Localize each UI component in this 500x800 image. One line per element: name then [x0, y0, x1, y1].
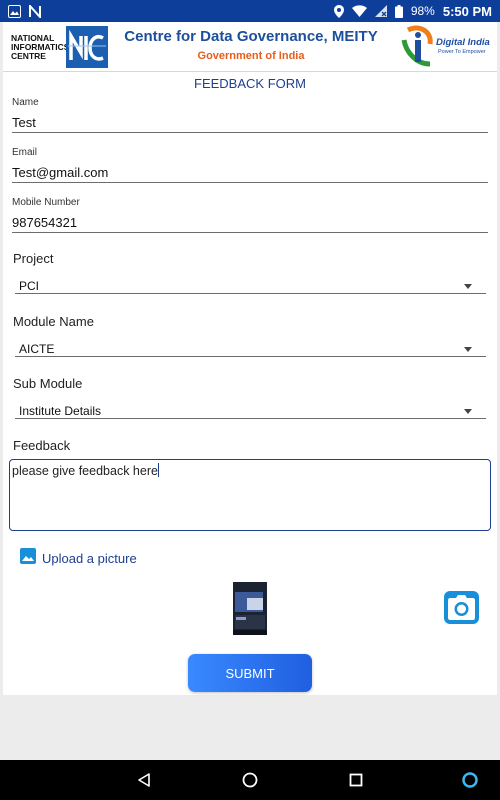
dropdown-arrow-icon: [464, 347, 472, 352]
camera-icon: [448, 595, 475, 620]
mobile-underline: [12, 232, 488, 233]
battery-icon: [394, 4, 403, 18]
digital-india-logo: Digital India Power To Empower: [398, 24, 493, 70]
uploaded-image-thumbnail[interactable]: [233, 582, 267, 635]
location-icon: [333, 4, 344, 18]
submit-button[interactable]: SUBMIT: [188, 654, 312, 692]
dropdown-arrow-icon: [464, 284, 472, 289]
feedback-text: please give feedback here: [12, 464, 158, 478]
name-label: Name: [12, 97, 39, 108]
mobile-input[interactable]: 987654321: [12, 215, 77, 230]
project-label: Project: [13, 251, 54, 266]
back-icon[interactable]: [134, 770, 154, 790]
app-content: NATIONAL INFORMATICS CENTRE Centre for D…: [3, 22, 497, 695]
mobile-label: Mobile Number: [12, 197, 80, 208]
wifi-icon: [351, 5, 367, 17]
form-title: FEEDBACK FORM: [194, 76, 306, 91]
project-selected: PCI: [19, 279, 40, 293]
digital-india-text: Digital India: [436, 37, 490, 48]
feedback-label: Feedback: [13, 438, 71, 453]
battery-percent: 98%: [410, 4, 435, 18]
email-label: Email: [12, 147, 38, 158]
submodule-selected: Institute Details: [19, 404, 102, 418]
upload-label: Upload a picture: [42, 551, 137, 566]
n-badge-icon: [29, 4, 41, 18]
submodule-label: Sub Module: [13, 376, 83, 391]
home-icon[interactable]: [240, 770, 260, 790]
photo-icon: [8, 4, 21, 18]
nic-logo: NATIONAL INFORMATICS CENTRE: [11, 24, 109, 70]
clock: 5:50 PM: [442, 3, 492, 19]
text-cursor: [157, 463, 159, 477]
upload-picture-button[interactable]: Upload a picture: [20, 548, 137, 569]
name-underline: [12, 132, 488, 133]
no-sim-icon: [374, 5, 387, 17]
name-input[interactable]: Test: [12, 115, 36, 130]
digital-india-emblem-icon: [401, 25, 433, 67]
recents-icon[interactable]: [346, 770, 366, 790]
feedback-textarea[interactable]: please give feedback here: [9, 459, 491, 531]
project-underline: [15, 293, 486, 294]
email-underline: [12, 182, 488, 183]
email-input[interactable]: Test@gmail.com: [12, 165, 108, 180]
app-header: NATIONAL INFORMATICS CENTRE Centre for D…: [3, 22, 497, 72]
module-selected: AICTE: [19, 342, 55, 356]
dropdown-arrow-icon: [464, 409, 472, 414]
camera-button[interactable]: [444, 591, 479, 624]
digital-india-tagline: Power To Empower: [438, 49, 486, 55]
header-subtitle: Government of India: [197, 50, 305, 62]
module-label: Module Name: [13, 314, 94, 329]
nic-logo-text: NATIONAL INFORMATICS CENTRE: [11, 32, 70, 61]
image-icon: [20, 548, 36, 569]
submodule-underline: [15, 418, 486, 419]
module-underline: [15, 356, 486, 357]
status-bar: 98% 5:50 PM: [0, 0, 500, 22]
header-title: Centre for Data Governance, MEITY: [124, 28, 378, 45]
nic-emblem-icon: [66, 26, 108, 68]
navigation-bar: [0, 760, 500, 800]
assistant-icon[interactable]: [460, 770, 480, 790]
